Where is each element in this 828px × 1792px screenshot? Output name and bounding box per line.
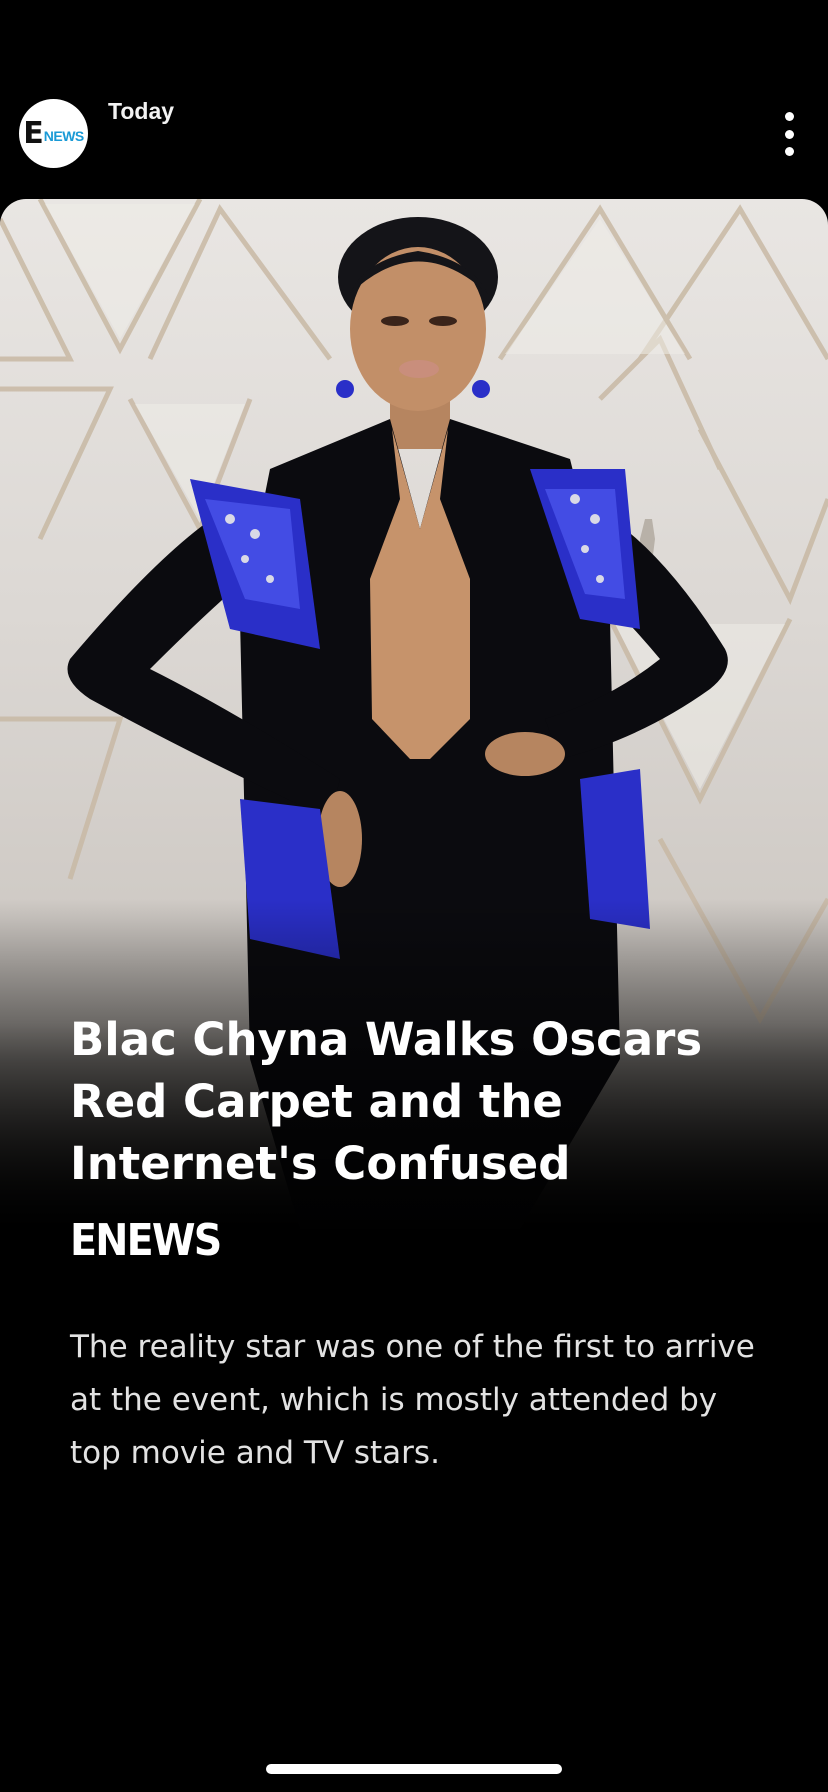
- story-headline[interactable]: Blac Chyna Walks Oscars Red Carpet and t…: [70, 1009, 770, 1195]
- publisher-avatar[interactable]: E NEWS: [19, 99, 88, 168]
- story-header: E NEWS Today: [0, 0, 828, 195]
- publisher-logo-letter: E: [23, 115, 43, 151]
- home-indicator[interactable]: [266, 1764, 562, 1774]
- publish-timestamp: Today: [108, 98, 175, 124]
- more-options-button[interactable]: [774, 112, 804, 156]
- publisher-logo-word: NEWS: [43, 127, 85, 144]
- story-card[interactable]: Blac Chyna Walks Oscars Red Carpet and t…: [0, 199, 828, 1792]
- enews-brand-logo: ENEWS: [70, 1215, 222, 1266]
- vertical-ellipsis-icon: [784, 112, 794, 121]
- story-summary: The reality star was one of the first to…: [70, 1329, 755, 1471]
